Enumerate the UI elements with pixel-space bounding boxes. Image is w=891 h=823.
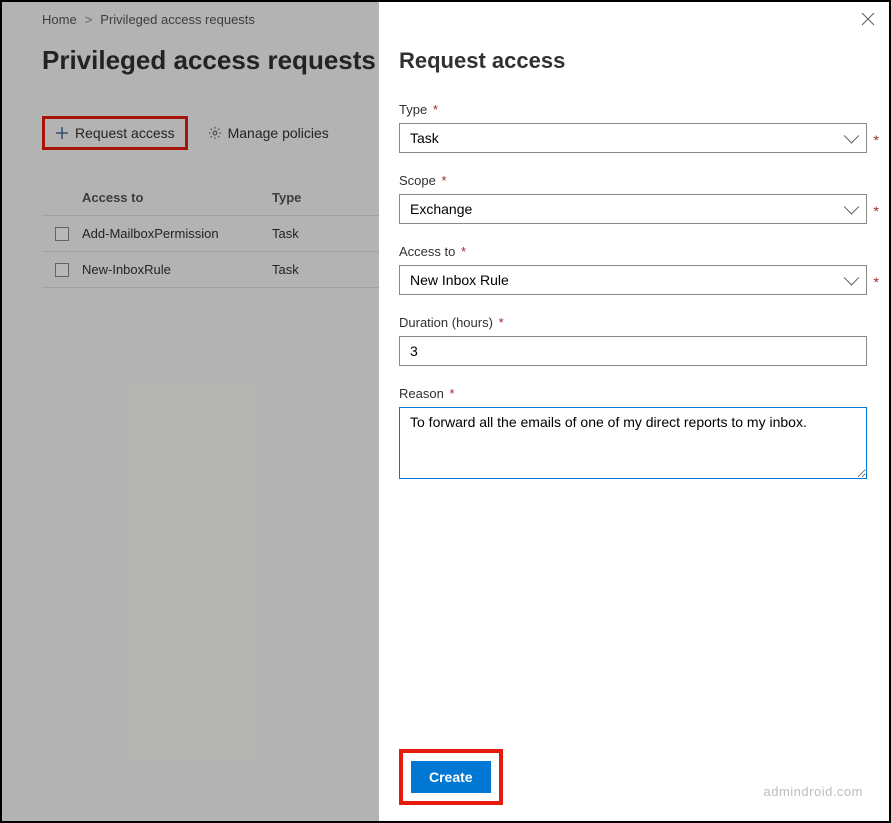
label-type: Type * [399, 102, 867, 117]
label-duration: Duration (hours) * [399, 315, 867, 330]
required-indicator: * [874, 132, 879, 148]
create-button[interactable]: Create [411, 761, 491, 793]
field-access-to: Access to * New Inbox Rule * [399, 244, 867, 295]
select-type[interactable]: Task [399, 123, 867, 153]
create-highlight-box: Create [399, 749, 503, 805]
field-type: Type * Task * [399, 102, 867, 153]
select-access-to[interactable]: New Inbox Rule [399, 265, 867, 295]
flyout-title: Request access [399, 48, 867, 74]
label-scope: Scope * [399, 173, 867, 188]
input-duration[interactable] [399, 336, 867, 366]
request-access-flyout: Request access Type * Task * Scope * Exc… [379, 2, 889, 821]
watermark: admindroid.com [764, 784, 864, 799]
label-access-to: Access to * [399, 244, 867, 259]
required-indicator: * [874, 203, 879, 219]
flyout-footer: Create admindroid.com [399, 737, 867, 805]
required-indicator: * [874, 274, 879, 290]
field-duration: Duration (hours) * [399, 315, 867, 366]
close-icon [861, 12, 875, 26]
close-button[interactable] [861, 12, 875, 31]
field-reason: Reason * To forward all the emails of on… [399, 386, 867, 482]
label-reason: Reason * [399, 386, 867, 401]
select-scope[interactable]: Exchange [399, 194, 867, 224]
textarea-reason[interactable]: To forward all the emails of one of my d… [399, 407, 867, 479]
field-scope: Scope * Exchange * [399, 173, 867, 224]
